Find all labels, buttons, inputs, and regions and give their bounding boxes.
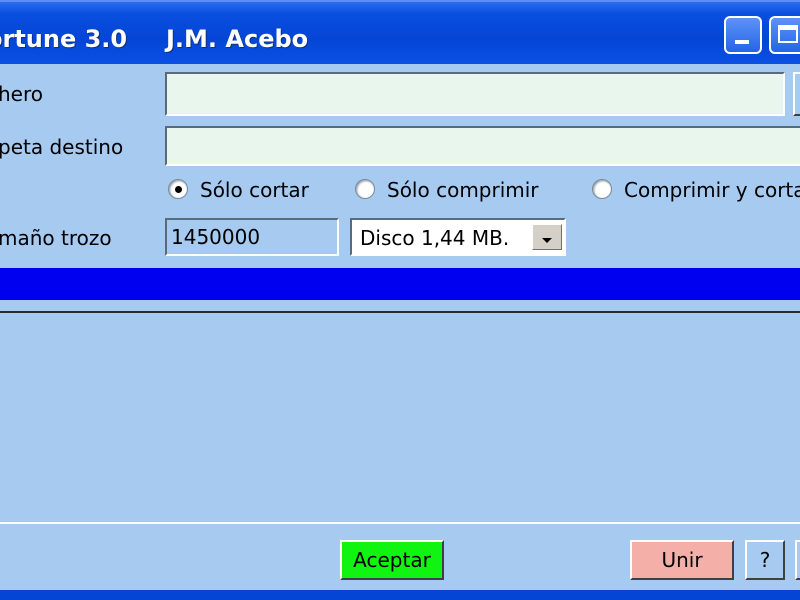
radio-unselected-icon — [592, 179, 612, 199]
window-author: J.M. Acebo — [166, 25, 309, 53]
carpeta-destino-input[interactable] — [165, 126, 800, 166]
radio-solo-comprimir-label: Sólo comprimir — [387, 178, 539, 202]
unir-button[interactable]: Unir — [630, 540, 734, 580]
minimize-button[interactable] — [724, 16, 762, 54]
tamano-trozo-input[interactable] — [165, 218, 339, 256]
divider — [0, 311, 800, 313]
disk-size-value: Disco 1,44 MB. — [360, 226, 510, 250]
radio-selected-icon — [168, 179, 188, 199]
maximize-button[interactable] — [769, 16, 800, 54]
fichero-label: hero — [0, 82, 43, 106]
carpeta-destino-label: peta destino — [0, 135, 124, 159]
extra-button[interactable] — [795, 540, 800, 580]
dropdown-button[interactable] — [532, 224, 562, 250]
tamano-trozo-label: maño trozo — [0, 226, 112, 250]
window-bottom-border — [0, 590, 800, 600]
progress-bar — [0, 268, 800, 300]
radio-solo-cortar-label: Sólo cortar — [200, 178, 309, 202]
window-title: ortune 3.0 — [0, 25, 128, 53]
progress-bar-fill — [0, 268, 800, 300]
disk-size-select[interactable]: Disco 1,44 MB. — [350, 218, 566, 256]
help-button[interactable]: ? — [745, 540, 785, 580]
aceptar-button[interactable]: Aceptar — [340, 540, 444, 580]
title-bar[interactable]: ortune 3.0 J.M. Acebo — [0, 0, 800, 64]
divider — [0, 522, 800, 524]
fichero-input[interactable] — [165, 72, 785, 116]
minimize-icon — [735, 40, 749, 44]
browse-file-button[interactable] — [793, 72, 800, 116]
maximize-icon — [778, 25, 798, 43]
chevron-down-icon — [542, 238, 552, 243]
radio-unselected-icon — [355, 179, 375, 199]
radio-comprimir-y-cortar-label: Comprimir y cortar — [624, 178, 800, 202]
